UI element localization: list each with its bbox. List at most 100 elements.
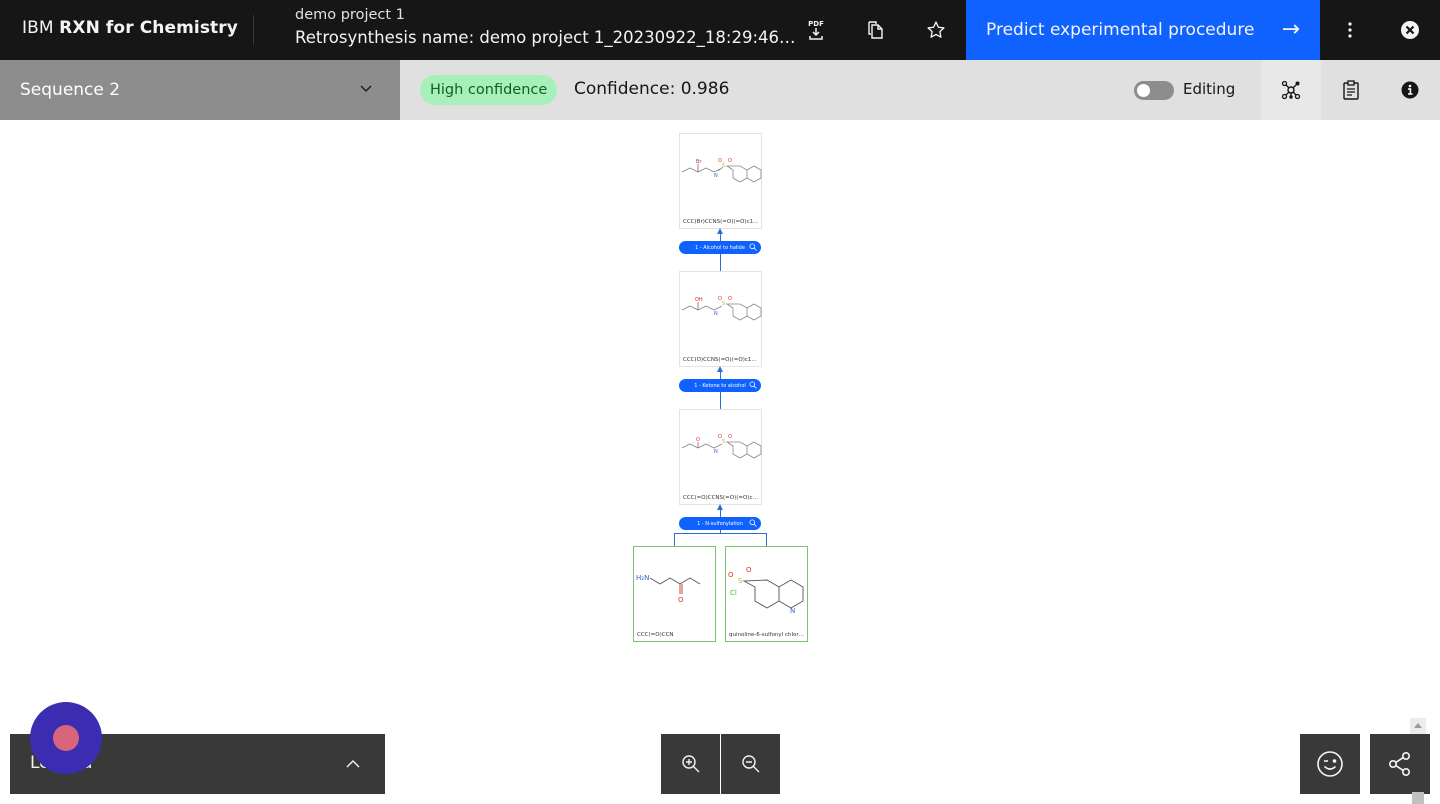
svg-text:N: N: [714, 311, 718, 317]
brand-prefix: IBM: [22, 18, 54, 38]
tree-edge: [720, 392, 721, 409]
svg-text:O: O: [728, 434, 732, 440]
brand-name: RXN for Chemistry: [59, 18, 238, 38]
svg-text:S: S: [722, 163, 725, 169]
zoom-in-button[interactable]: [661, 734, 720, 794]
reaction-label: 1 - Ketone to alcohol: [694, 382, 746, 389]
copy-button[interactable]: [861, 15, 891, 45]
tree-edge: [766, 533, 767, 546]
retrosynthesis-canvas[interactable]: Br N S O O CCC(Br)CCNS(=O)(=O)c1ccc2n...…: [0, 120, 1440, 804]
molecule-smiles: CCC(=O)CCNS(=O)(=O)c1ccc2...: [683, 495, 759, 501]
svg-text:O: O: [746, 566, 752, 574]
tree-edge: [674, 533, 675, 546]
svg-text:O: O: [728, 296, 732, 302]
clipboard-button[interactable]: [1321, 60, 1381, 120]
assistant-dot: [53, 725, 79, 751]
editing-label: Editing: [1183, 80, 1236, 98]
favorite-button[interactable]: [921, 15, 951, 45]
chevron-up-icon: [346, 760, 360, 768]
confidence-badge: High confidence: [420, 75, 558, 105]
svg-text:N: N: [790, 607, 795, 615]
pdf-download-button[interactable]: PDF: [801, 15, 831, 45]
project-name: demo project 1: [295, 7, 405, 23]
molecule-node[interactable]: OH N S O O CCC(O)CCNS(=O)(=O)c1ccc2nc...: [679, 271, 762, 367]
pdf-download-icon: PDF: [808, 20, 824, 40]
svg-text:O: O: [696, 437, 700, 443]
molecule-node[interactable]: Br N S O O CCC(Br)CCNS(=O)(=O)c1ccc2n...: [679, 133, 762, 229]
svg-text:S: S: [722, 301, 725, 307]
molecule-smiles: quinoline-6-sulfonyl chloride: [729, 632, 805, 638]
precursor-node[interactable]: O O S Cl N quinoline-6-sulfonyl chloride: [725, 546, 808, 642]
zoom-in-icon: [681, 755, 699, 773]
assistant-bubble[interactable]: [30, 702, 102, 774]
tree-branch: [674, 533, 766, 534]
svg-text:S: S: [738, 577, 743, 585]
share-button[interactable]: [1370, 734, 1430, 794]
reaction-chip[interactable]: 1 - Alcohol to halide: [679, 241, 761, 254]
reaction-label: 1 - Alcohol to halide: [695, 244, 745, 251]
search-icon: [749, 243, 757, 251]
sequence-dropdown[interactable]: Sequence 2: [0, 60, 400, 120]
zoom-out-button[interactable]: [721, 734, 780, 794]
svg-text:PDF: PDF: [808, 20, 824, 28]
svg-text:N: N: [714, 173, 718, 179]
zoom-out-icon: [741, 755, 759, 773]
precursor-node[interactable]: H₂N O CCC(=O)CCN: [633, 546, 716, 642]
search-icon: [749, 519, 757, 527]
clipboard-icon: [1343, 80, 1359, 100]
scrollbar-thumb[interactable]: [1412, 792, 1424, 804]
top-bar: IBM RXN for Chemistry demo project 1 Ret…: [0, 0, 1440, 60]
svg-text:OH: OH: [695, 297, 703, 303]
svg-text:Cl: Cl: [730, 589, 737, 597]
close-icon: [1401, 21, 1419, 39]
editing-toggle[interactable]: [1134, 81, 1174, 100]
molecule-structure: O N S O O: [681, 434, 762, 459]
molecule-structure: O O S Cl N: [728, 566, 804, 615]
sequence-toolbar: Sequence 2 High confidence Confidence: 0…: [0, 60, 1440, 120]
tree-edge: [720, 254, 721, 271]
svg-text:O: O: [718, 434, 722, 440]
svg-text:O: O: [718, 296, 722, 302]
molecule-structure: Br N S O O: [681, 158, 762, 183]
svg-text:O: O: [728, 158, 732, 164]
share-icon: [1388, 751, 1411, 776]
close-button[interactable]: [1395, 15, 1425, 45]
reaction-label: 1 - N-sulfonylation: [697, 520, 743, 527]
molecule-smiles: CCC(O)CCNS(=O)(=O)c1ccc2nc...: [683, 357, 759, 363]
molecule-structure: OH N S O O: [681, 296, 762, 321]
chevron-down-icon: [360, 85, 372, 92]
molecule-node[interactable]: O N S O O CCC(=O)CCNS(=O)(=O)c1ccc2...: [679, 409, 762, 505]
network-icon: [1281, 80, 1301, 100]
copy-icon: [868, 21, 883, 39]
svg-text:Br: Br: [696, 159, 702, 165]
feedback-wink-icon: [1317, 751, 1343, 777]
overflow-menu-icon: [1348, 22, 1352, 38]
svg-text:O: O: [718, 158, 722, 164]
scrollbar-up-arrow[interactable]: [1410, 718, 1426, 734]
predict-procedure-button[interactable]: Predict experimental procedure →: [966, 0, 1320, 60]
arrow-right-icon: →: [1281, 17, 1300, 42]
overflow-menu-button[interactable]: [1335, 15, 1365, 45]
reaction-chip[interactable]: 1 - N-sulfonylation: [679, 517, 761, 530]
svg-text:N: N: [714, 449, 718, 455]
retrosynthesis-name: Retrosynthesis name: demo project 1_2023…: [295, 28, 800, 47]
molecule-smiles: CCC(=O)CCN: [637, 632, 674, 638]
svg-text:H₂N: H₂N: [636, 574, 649, 582]
search-icon: [749, 381, 757, 389]
svg-text:O: O: [678, 596, 684, 604]
tree-view-button[interactable]: [1261, 60, 1321, 120]
molecule-smiles: CCC(Br)CCNS(=O)(=O)c1ccc2n...: [683, 219, 759, 225]
reaction-chip[interactable]: 1 - Ketone to alcohol: [679, 379, 761, 392]
app-brand[interactable]: IBM RXN for Chemistry: [22, 18, 238, 38]
info-button[interactable]: [1380, 60, 1440, 120]
molecule-structure: H₂N O: [636, 574, 701, 604]
svg-text:S: S: [722, 439, 725, 445]
toggle-knob: [1137, 84, 1150, 97]
sequence-label: Sequence 2: [20, 80, 121, 100]
star-icon: [927, 21, 945, 38]
predict-label: Predict experimental procedure: [986, 20, 1255, 40]
header-divider: [253, 15, 254, 45]
feedback-button[interactable]: [1300, 734, 1360, 794]
svg-text:O: O: [728, 571, 734, 579]
confidence-value: Confidence: 0.986: [574, 79, 730, 99]
